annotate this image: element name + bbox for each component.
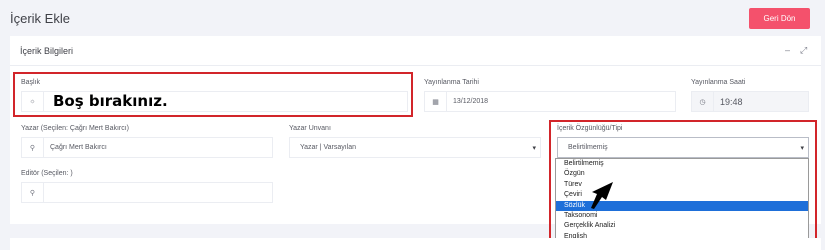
date-input[interactable]: ▦ 13/12/2018 [424,91,676,112]
author-title-label: Yazar Unvanı [289,125,331,132]
card-title: İçerik Bilgileri [20,46,74,56]
clock-icon: ◷ [692,92,714,111]
time-input[interactable]: ◷ 19:48 [691,91,809,112]
date-label: Yayınlanma Tarihi [424,79,479,86]
pointer-arrow-icon [591,182,613,209]
search-icon: ⚲ [22,183,44,202]
next-card [10,238,821,250]
title-highlight-box [13,72,413,117]
chevron-down-icon: ▾ [532,145,536,152]
date-value: 13/12/2018 [453,98,489,105]
author-title-select[interactable]: Yazar | Varsayılan ▾ [289,137,541,158]
author-label: Yazar (Seçilen: Çağrı Mert Bakırcı) [21,125,130,132]
expand-icon[interactable]: ⤢ [800,45,807,56]
editor-label: Editör (Seçilen: ) [21,170,73,177]
minimize-icon[interactable]: – [785,45,790,55]
editor-input[interactable]: ⚲ [21,182,273,203]
card-header: İçerik Bilgileri – ⤢ [10,36,821,66]
time-label: Yayınlanma Saati [691,79,746,86]
search-icon: ⚲ [22,138,44,157]
time-value: 19:48 [720,97,743,107]
back-button[interactable]: Geri Dön [749,8,810,29]
calendar-icon: ▦ [425,92,447,111]
author-input[interactable]: ⚲ Çağrı Mert Bakırcı [21,137,273,158]
page-title: İçerik Ekle [10,11,70,26]
author-value: Çağrı Mert Bakırcı [50,144,107,151]
author-title-value: Yazar | Varsayılan [300,144,357,151]
